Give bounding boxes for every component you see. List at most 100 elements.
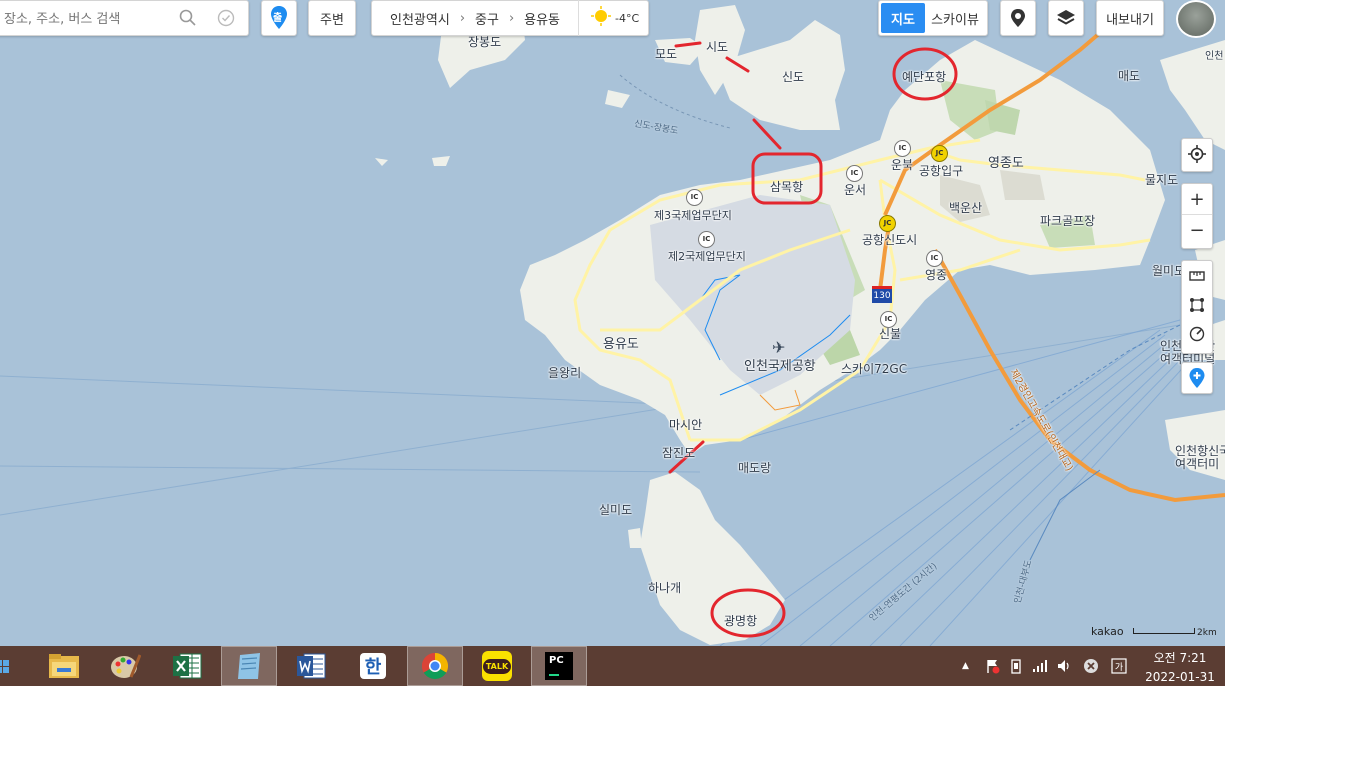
kakaotalk-label: TALK <box>482 658 512 674</box>
layers-button[interactable] <box>1048 0 1084 36</box>
taskbar-pycharm[interactable]: PC <box>531 646 587 686</box>
map-view[interactable]: 장봉도 모도 시도 신도 신도-장봉도 예단포항 매도 삼목항 운서 운북 공항… <box>0 0 1225 646</box>
label-yedanpohang[interactable]: 예단포항 <box>902 68 946 85</box>
location-breadcrumb[interactable]: 인천광역시 › 중구 › 용유동 -4°C <box>371 0 649 36</box>
clock-time: 오전 7:21 <box>1153 650 1207 665</box>
label-yeongjongdo[interactable]: 영종도 <box>988 152 1024 171</box>
zoom-out-button[interactable]: − <box>1182 215 1212 245</box>
scale-bar <box>1133 628 1195 634</box>
label-muljido[interactable]: 물지도 <box>1145 171 1178 188</box>
folder-icon <box>49 654 79 678</box>
label-sido[interactable]: 시도 <box>706 38 728 55</box>
ime-icon[interactable]: 가 <box>1111 646 1127 686</box>
hangul-icon: 한 <box>360 653 386 679</box>
tab-map[interactable]: 지도 <box>881 3 925 33</box>
label-hanagae[interactable]: 하나개 <box>648 579 681 596</box>
label-yongyudo[interactable]: 용유도 <box>603 333 639 352</box>
route-check-icon[interactable] <box>217 9 235 31</box>
label-incheon-terminal-bottom[interactable]: 인천항신국 여객터미 <box>1175 445 1225 471</box>
label-industrial3[interactable]: 제3국제업무단지 <box>654 207 732 223</box>
pycharm-icon: PC <box>545 652 573 680</box>
label-unseo[interactable]: 운서 <box>844 181 866 198</box>
taskbar-notepad[interactable] <box>221 646 277 686</box>
label-incheon-fragment: 인천 <box>1205 51 1224 62</box>
start-marker-button[interactable]: 출 <box>261 0 297 36</box>
taskbar-hangul[interactable]: 한 <box>345 646 401 686</box>
show-hidden-icons[interactable]: ▲ <box>962 646 969 686</box>
search-icon[interactable] <box>179 9 197 31</box>
map-canvas[interactable] <box>0 0 1225 646</box>
breadcrumb-city[interactable]: 인천광역시 <box>390 9 450 28</box>
ruler-icon[interactable] <box>1182 261 1212 290</box>
breadcrumb-dong[interactable]: 용유동 <box>524 9 560 28</box>
taskbar-word[interactable] <box>283 646 339 686</box>
taskbar: 한 TALK PC ▲ 가 오전 7:21 2022-01-31 <box>0 646 1225 686</box>
kakaotalk-icon: TALK <box>482 651 512 681</box>
chrome-icon <box>421 652 449 680</box>
export-button[interactable]: 내보내기 <box>1096 0 1164 36</box>
tools-panel[interactable] <box>1181 260 1213 354</box>
label-modo[interactable]: 모도 <box>655 45 677 62</box>
jc-marker: JC <box>879 215 896 232</box>
close-circle-icon[interactable] <box>1083 646 1099 686</box>
taskbar-file-explorer[interactable] <box>36 646 92 686</box>
taskbar-chrome[interactable] <box>407 646 463 686</box>
label-eulwangri[interactable]: 을왕리 <box>548 364 581 381</box>
user-avatar[interactable] <box>1176 0 1216 38</box>
kakao-logo: kakao <box>1091 625 1124 638</box>
ic-marker: IC <box>698 231 715 248</box>
layers-icon <box>1057 10 1075 25</box>
taskbar-kakaotalk[interactable]: TALK <box>469 646 525 686</box>
breadcrumb-district[interactable]: 중구 <box>475 9 499 28</box>
nearby-button[interactable]: 주변 <box>308 0 356 36</box>
label-gwangmyeonghang[interactable]: 광명항 <box>724 612 757 629</box>
export-label: 내보내기 <box>1106 12 1154 28</box>
system-clock[interactable]: 오전 7:21 2022-01-31 <box>1140 646 1220 686</box>
svg-text:가: 가 <box>1115 662 1123 673</box>
device-icon[interactable] <box>1009 646 1023 686</box>
label-yeongjong[interactable]: 영종 <box>925 266 947 283</box>
label-airport-newcity[interactable]: 공항신도시 <box>862 231 917 248</box>
add-pin-icon <box>1182 363 1212 393</box>
label-incheon-airport[interactable]: 인천국제공항 <box>744 355 816 374</box>
label-baegunsan[interactable]: 백운산 <box>949 199 982 216</box>
weather-temp: -4°C <box>615 11 640 25</box>
label-maedo[interactable]: 매도 <box>1118 67 1140 84</box>
label-silmido[interactable]: 실미도 <box>599 501 632 518</box>
roadview-icon <box>1011 9 1025 27</box>
label-maedorang[interactable]: 매도랑 <box>738 459 771 476</box>
chevron-up-icon: ▲ <box>962 661 969 671</box>
map-type-toggle[interactable]: 지도 스카이뷰 <box>878 0 988 36</box>
volume-icon[interactable] <box>1056 646 1072 686</box>
zoom-control[interactable]: + − <box>1181 183 1213 249</box>
area-measure-icon[interactable] <box>1182 290 1212 319</box>
notepad-icon <box>238 653 260 679</box>
radius-measure-icon[interactable] <box>1182 319 1212 348</box>
label-industrial2[interactable]: 제2국제업무단지 <box>668 248 746 264</box>
search-box[interactable] <box>0 0 249 36</box>
taskbar-paint[interactable] <box>97 646 153 686</box>
label-sky72[interactable]: 스카이72GC <box>841 360 907 377</box>
label-masian[interactable]: 마시안 <box>669 416 702 433</box>
ic-marker: IC <box>880 311 897 328</box>
taskbar-excel[interactable] <box>159 646 215 686</box>
search-input[interactable] <box>2 8 176 30</box>
label-sammokhang[interactable]: 삼목항 <box>770 178 803 195</box>
action-center-flag-icon[interactable] <box>985 646 1001 686</box>
signal-icon[interactable] <box>1032 646 1048 686</box>
label-airport-entrance[interactable]: 공항입구 <box>919 162 963 179</box>
add-place-button[interactable] <box>1181 362 1213 394</box>
label-parkgolf[interactable]: 파크골프장 <box>1040 212 1095 229</box>
current-location-button[interactable] <box>1181 138 1213 172</box>
label-unbuk[interactable]: 운북 <box>891 156 913 173</box>
roadview-button[interactable] <box>1000 0 1036 36</box>
label-sindo[interactable]: 신도 <box>782 68 804 85</box>
start-button[interactable] <box>0 646 18 686</box>
chevron-right-icon: › <box>508 10 515 26</box>
label-jamjindo[interactable]: 잠진도 <box>662 444 695 461</box>
tab-skyview[interactable]: 스카이뷰 <box>925 9 985 28</box>
nearby-label: 주변 <box>320 12 344 28</box>
divider <box>578 0 580 36</box>
zoom-in-button[interactable]: + <box>1182 184 1212 215</box>
word-icon <box>297 653 326 679</box>
